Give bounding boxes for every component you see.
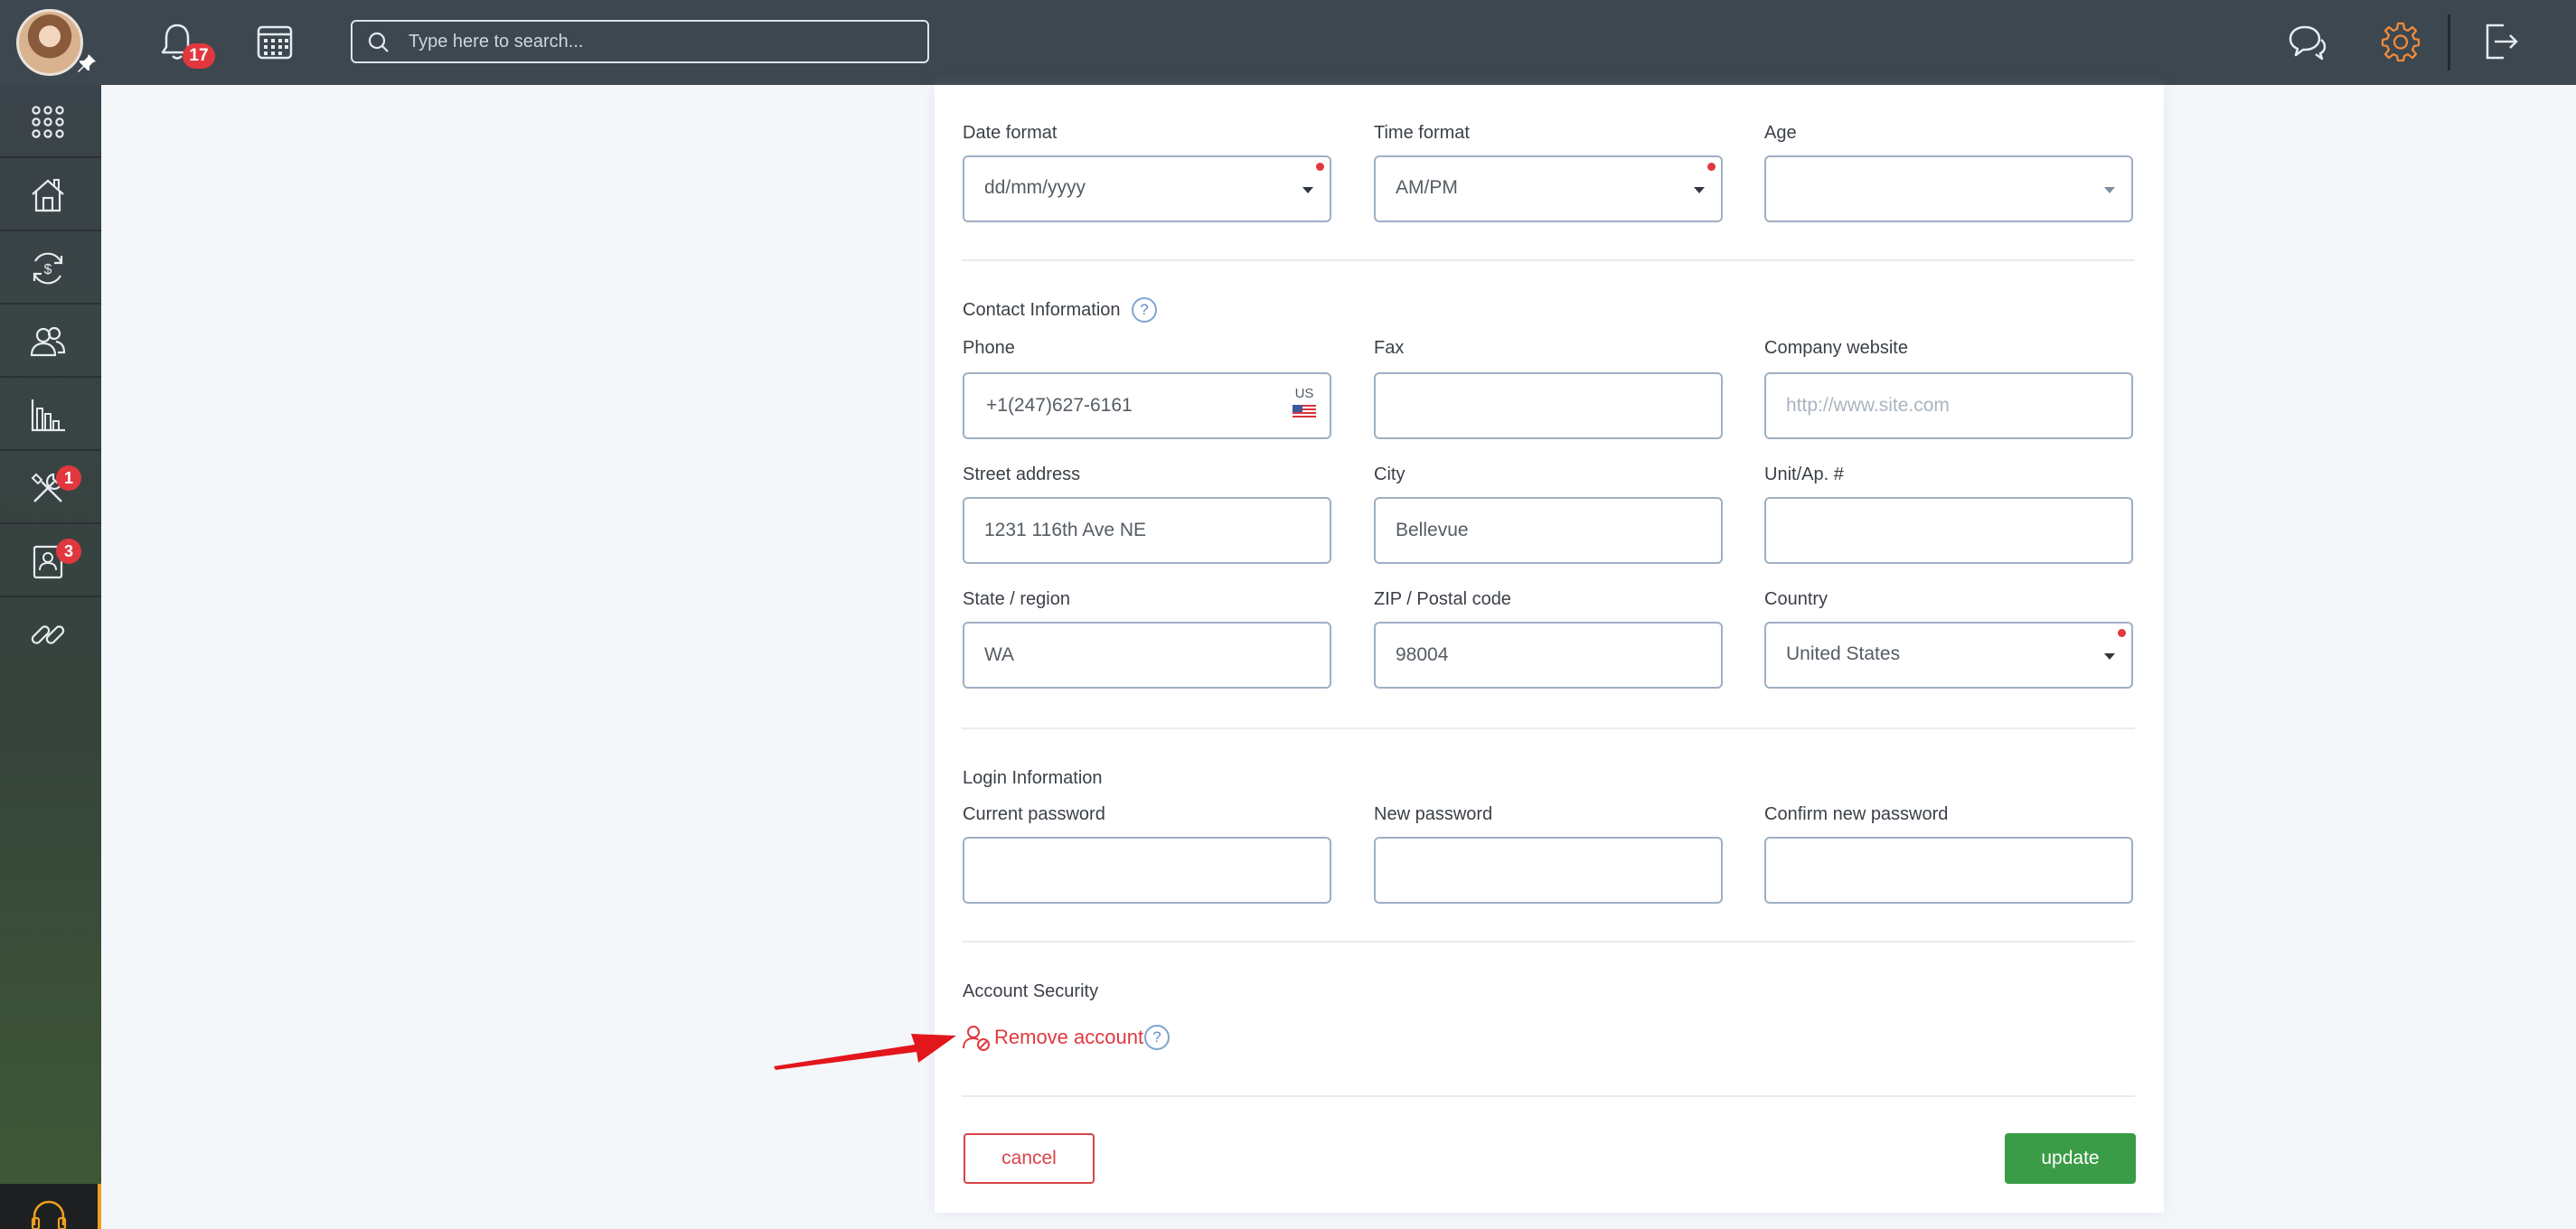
calendar-icon[interactable] <box>253 20 296 63</box>
money-cycle-icon: $ <box>33 252 63 285</box>
phone-label: Phone <box>963 338 1015 358</box>
contacts-badge: 3 <box>56 539 81 564</box>
help-icon[interactable]: ? <box>1144 1025 1170 1050</box>
required-indicator <box>2118 629 2126 637</box>
top-bar: 17 <box>0 0 2576 85</box>
chevron-down-icon <box>1302 187 1313 193</box>
remove-user-icon <box>963 1026 990 1051</box>
search-bar[interactable] <box>351 20 929 63</box>
confirm-password-label: Confirm new password <box>1764 804 1949 824</box>
apps-grid-icon <box>32 106 64 138</box>
section-divider <box>962 941 2135 943</box>
street-label: Street address <box>963 464 1081 484</box>
topbar-divider <box>2448 14 2450 70</box>
new-password-input[interactable] <box>1374 837 1723 904</box>
section-divider <box>962 727 2135 729</box>
remove-account-link[interactable]: Remove account <box>962 1023 1143 1052</box>
sidebar-item-apps[interactable] <box>0 85 101 158</box>
zip-input[interactable] <box>1374 622 1723 689</box>
date-format-value: dd/mm/yyyy <box>984 177 1086 198</box>
current-password-input[interactable] <box>963 837 1331 904</box>
help-icon[interactable]: ? <box>1132 297 1157 323</box>
search-input[interactable] <box>409 27 915 56</box>
search-icon <box>368 32 389 52</box>
remove-account-label: Remove account <box>994 1026 1144 1048</box>
svg-text:$: $ <box>44 262 52 277</box>
state-label: State / region <box>963 589 1070 609</box>
time-format-select[interactable]: AM/PM <box>1374 155 1723 222</box>
zip-label: ZIP / Postal code <box>1374 589 1511 609</box>
profile-form-panel: Date format dd/mm/yyyy Time format AM/PM… <box>935 85 2164 1213</box>
sidebar-item-links[interactable] <box>0 597 101 671</box>
sidebar-item-users[interactable] <box>0 305 101 378</box>
country-code: US <box>1294 386 1314 401</box>
gear-icon[interactable] <box>2379 20 2422 63</box>
sidebar-item-finance[interactable]: $ <box>0 231 101 305</box>
chevron-down-icon <box>1694 187 1705 193</box>
city-label: City <box>1374 464 1406 484</box>
phone-input[interactable] <box>964 372 1272 439</box>
sidebar-item-reports[interactable] <box>0 378 101 451</box>
fax-input[interactable] <box>1374 372 1723 439</box>
update-button[interactable]: update <box>2005 1133 2136 1184</box>
pin-icon[interactable] <box>76 52 98 74</box>
website-input[interactable] <box>1764 372 2133 439</box>
cancel-button[interactable]: cancel <box>964 1133 1095 1184</box>
sidebar: $ 1 3 <box>0 85 101 1229</box>
unit-input[interactable] <box>1764 497 2133 564</box>
country-flag-picker[interactable]: US <box>1292 387 1317 419</box>
section-divider <box>962 1095 2135 1097</box>
new-password-label: New password <box>1374 804 1493 824</box>
required-indicator <box>1707 163 1716 171</box>
current-password-label: Current password <box>963 804 1105 824</box>
login-info-title: Login Information <box>963 768 1103 788</box>
unit-label: Unit/Ap. # <box>1764 464 1844 484</box>
date-format-select[interactable]: dd/mm/yyyy <box>963 155 1331 222</box>
state-input[interactable] <box>963 622 1331 689</box>
phone-field[interactable]: US <box>963 372 1331 439</box>
age-label: Age <box>1764 123 1797 143</box>
country-select[interactable]: United States <box>1764 622 2133 689</box>
users-icon <box>30 326 66 357</box>
account-security-title: Account Security <box>963 981 1099 1001</box>
chevron-down-icon <box>2104 187 2115 193</box>
time-format-value: AM/PM <box>1396 177 1458 198</box>
link-icon <box>31 625 65 644</box>
chat-icon[interactable] <box>2285 20 2328 63</box>
tools-badge: 1 <box>56 465 81 491</box>
notification-count-badge[interactable]: 17 <box>183 43 215 69</box>
annotation-arrow-icon <box>774 1034 956 1070</box>
section-divider <box>962 259 2135 261</box>
chevron-down-icon <box>2104 653 2115 660</box>
sidebar-item-contacts[interactable]: 3 <box>0 524 101 597</box>
confirm-password-input[interactable] <box>1764 837 2133 904</box>
city-input[interactable] <box>1374 497 1723 564</box>
country-label: Country <box>1764 589 1829 609</box>
time-format-label: Time format <box>1374 123 1470 143</box>
sidebar-item-home[interactable] <box>0 158 101 231</box>
website-label: Company website <box>1764 338 1908 358</box>
contact-info-title: Contact Information <box>963 300 1121 320</box>
headset-icon <box>31 1200 67 1229</box>
age-select[interactable] <box>1764 155 2133 222</box>
bar-chart-icon <box>31 399 65 432</box>
support-tab[interactable] <box>0 1184 101 1229</box>
sidebar-item-tools[interactable]: 1 <box>0 451 101 524</box>
required-indicator <box>1316 163 1324 171</box>
street-input[interactable] <box>963 497 1331 564</box>
home-icon <box>32 179 64 212</box>
user-avatar[interactable] <box>16 9 83 76</box>
logout-icon[interactable] <box>2478 20 2522 63</box>
date-format-label: Date format <box>963 123 1058 143</box>
country-value: United States <box>1786 643 1901 664</box>
fax-label: Fax <box>1374 338 1405 358</box>
us-flag-icon <box>1293 405 1316 419</box>
